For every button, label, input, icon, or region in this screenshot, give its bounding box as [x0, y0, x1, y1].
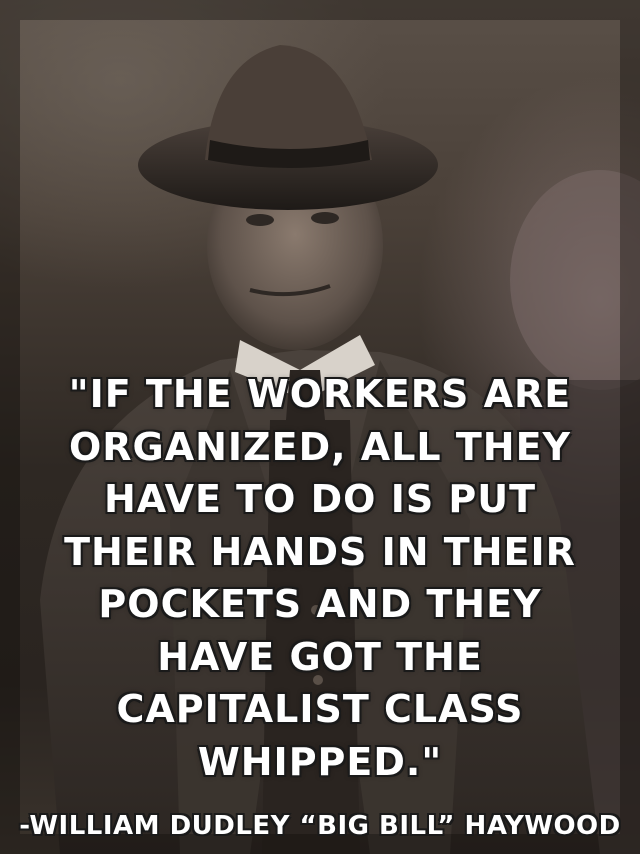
fedora-hat [138, 45, 438, 210]
quote-line: CAPITALIST CLASS [116, 687, 524, 731]
quote-line: THEIR HANDS IN THEIR [64, 529, 576, 574]
quote-line: ORGANIZED, ALL THEY [68, 424, 572, 469]
quote-line: HAVE TO DO IS PUT [103, 477, 537, 521]
quote-line: POCKETS AND THEY [98, 582, 542, 626]
quote-line: WHIPPED." [197, 739, 443, 784]
quote-line: HAVE GOT THE [157, 634, 483, 679]
quote-text: "IF THE WORKERS ARE ORGANIZED, ALL THEY … [0, 368, 640, 788]
quote-line: "IF THE WORKERS ARE [68, 372, 572, 416]
quote-attribution: -WILLIAM DUDLEY “BIG BILL” HAYWOOD [19, 811, 621, 841]
quote-poster: "IF THE WORKERS ARE ORGANIZED, ALL THEY … [0, 0, 640, 854]
